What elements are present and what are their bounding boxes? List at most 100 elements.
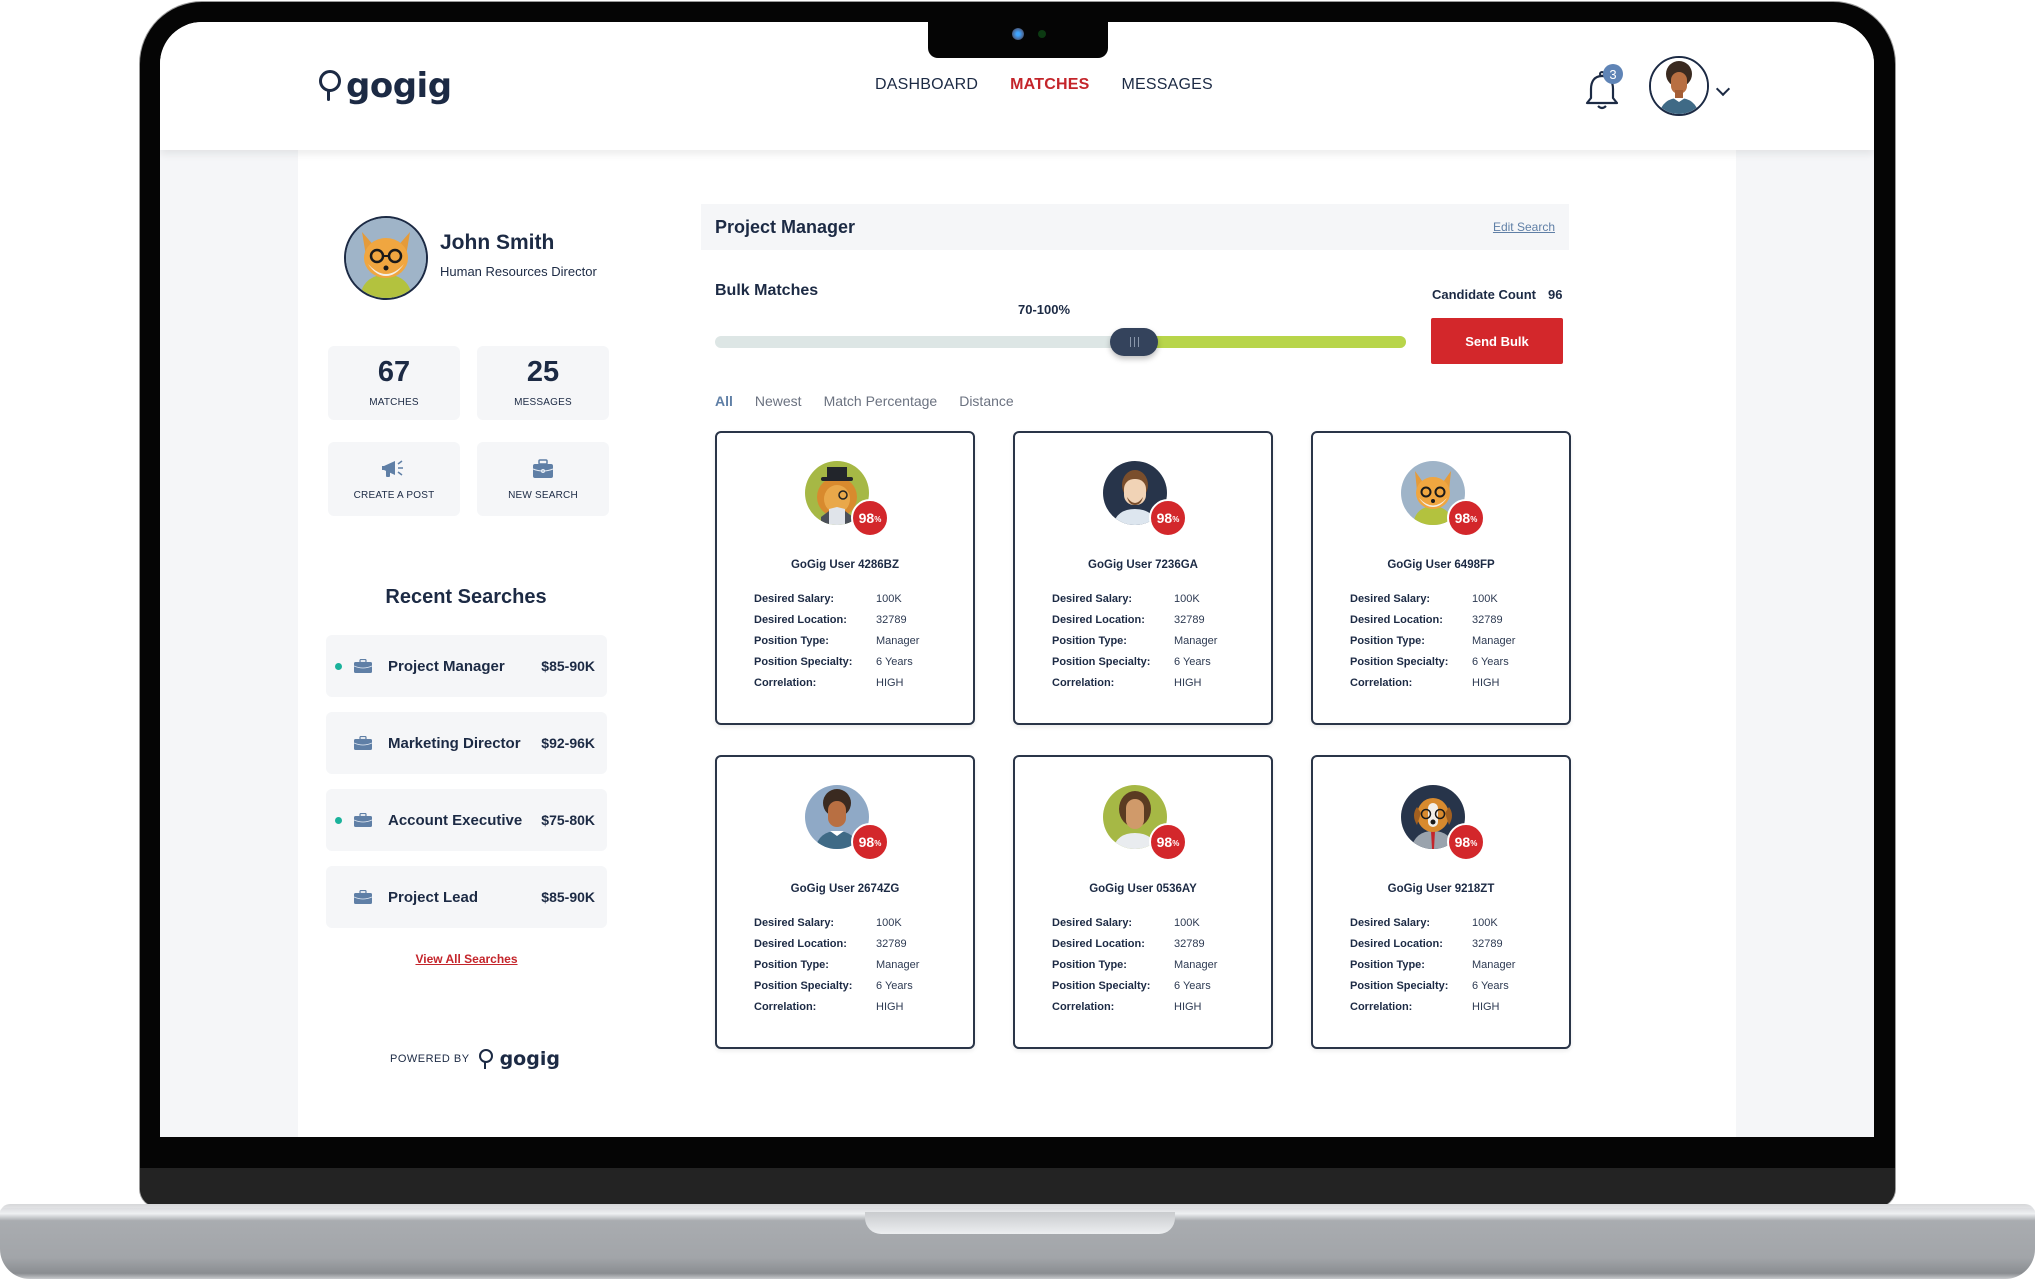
detail-label: Position Specialty: — [754, 979, 853, 992]
create-post-label: CREATE A POST — [353, 489, 435, 501]
match-percent-badge: 98% — [851, 499, 889, 537]
match-percent-value: 98 — [1454, 834, 1471, 850]
active-status-dot — [335, 662, 342, 670]
match-percent-badge: 98% — [1149, 823, 1187, 861]
match-range-label: 70-100% — [1018, 302, 1071, 317]
candidate-count: Candidate Count 96 — [1432, 287, 1562, 302]
candidate-card[interactable]: 98% GoGig User 2674ZG Desired Salary: 100… — [715, 755, 975, 1049]
detail-row-location: Desired Location: 32789 — [754, 609, 919, 630]
recent-search-salary: $92-96K — [541, 735, 595, 751]
profile-avatar — [344, 216, 428, 300]
detail-value: 32789 — [1174, 937, 1205, 950]
detail-value: 100K — [1472, 592, 1498, 605]
detail-label: Desired Location: — [754, 613, 847, 626]
detail-label: Correlation: — [1052, 676, 1115, 689]
tab-newest[interactable]: Newest — [755, 393, 802, 409]
new-search-button[interactable]: NEW SEARCH — [477, 442, 609, 516]
detail-label: Desired Location: — [754, 937, 847, 950]
detail-value: 6 Years — [1174, 655, 1211, 668]
candidate-card[interactable]: 98% GoGig User 4286BZ Desired Salary: 100… — [715, 431, 975, 725]
candidate-details: Desired Salary: 100K Desired Location: 327… — [754, 588, 919, 693]
detail-value: 6 Years — [1472, 979, 1509, 992]
detail-row-correlation: Correlation: HIGH — [1350, 996, 1515, 1017]
brand-logo[interactable]: gogig — [318, 66, 452, 106]
candidate-card[interactable]: 98% GoGig User 6498FP Desired Salary: 100… — [1311, 431, 1571, 725]
recent-search-item[interactable]: Project Manager $85-90K — [326, 635, 607, 697]
detail-row-salary: Desired Salary: 100K — [1052, 588, 1217, 609]
percent-sign: % — [1470, 839, 1478, 848]
detail-label: Desired Salary: — [754, 916, 835, 929]
match-range-slider[interactable] — [715, 328, 1406, 356]
tab-distance[interactable]: Distance — [959, 393, 1013, 409]
detail-value: 32789 — [876, 937, 907, 950]
recent-search-item[interactable]: Account Executive $75-80K — [326, 789, 607, 851]
match-percent-value: 98 — [1156, 834, 1173, 850]
detail-row-type: Position Type: Manager — [1052, 630, 1217, 651]
percent-sign: % — [1172, 515, 1180, 524]
match-percent-badge: 98% — [1447, 499, 1485, 537]
detail-value: HIGH — [1174, 676, 1202, 689]
detail-value: 6 Years — [1174, 979, 1211, 992]
detail-value: 100K — [876, 592, 902, 605]
recent-search-salary: $85-90K — [541, 889, 595, 905]
candidate-card[interactable]: 98% GoGig User 7236GA Desired Salary: 100… — [1013, 431, 1273, 725]
detail-row-specialty: Position Specialty: 6 Years — [754, 651, 919, 672]
briefcase-icon — [532, 458, 554, 478]
detail-label: Desired Salary: — [1350, 592, 1431, 605]
recent-search-title: Project Manager — [388, 657, 505, 675]
match-percent-value: 98 — [1156, 510, 1173, 526]
brand-name: gogig — [346, 66, 452, 106]
detail-label: Position Type: — [754, 958, 829, 971]
recent-search-item[interactable]: Project Lead $85-90K — [326, 866, 607, 928]
inactive-status-dot — [335, 894, 342, 901]
matches-stat-tile[interactable]: 67 MATCHES — [328, 346, 460, 420]
detail-value: 100K — [1174, 916, 1200, 929]
detail-value: Manager — [1174, 958, 1218, 971]
detail-value: 32789 — [1174, 613, 1205, 626]
search-header: Project Manager Edit Search — [701, 204, 1569, 250]
detail-label: Desired Location: — [1350, 937, 1443, 950]
detail-row-specialty: Position Specialty: 6 Years — [754, 975, 919, 996]
candidate-details: Desired Salary: 100K Desired Location: 327… — [1052, 912, 1217, 1017]
nav-messages[interactable]: MESSAGES — [1121, 76, 1212, 94]
recent-search-salary: $75-80K — [541, 812, 595, 828]
detail-row-type: Position Type: Manager — [1052, 954, 1217, 975]
candidate-details: Desired Salary: 100K Desired Location: 327… — [1052, 588, 1217, 693]
messages-stat-tile[interactable]: 25 MESSAGES — [477, 346, 609, 420]
candidate-card[interactable]: 98% GoGig User 9218ZT Desired Salary: 100… — [1311, 755, 1571, 1049]
tab-match-percentage[interactable]: Match Percentage — [824, 393, 938, 409]
recent-search-item[interactable]: Marketing Director $92-96K — [326, 712, 607, 774]
detail-label: Position Type: — [1350, 634, 1425, 647]
candidate-card[interactable]: 98% GoGig User 0536AY Desired Salary: 100… — [1013, 755, 1273, 1049]
slider-handle[interactable] — [1110, 328, 1158, 356]
detail-row-specialty: Position Specialty: 6 Years — [1052, 975, 1217, 996]
briefcase-icon — [354, 890, 372, 904]
app-screen: gogig DASHBOARD MATCHES MESSAGES 3 John … — [160, 22, 1874, 1137]
nav-matches[interactable]: MATCHES — [1010, 76, 1089, 94]
detail-row-salary: Desired Salary: 100K — [754, 588, 919, 609]
tab-all[interactable]: All — [715, 393, 733, 409]
sort-tabs: All Newest Match Percentage Distance — [715, 393, 1014, 409]
search-title: Project Manager — [715, 216, 856, 237]
edit-search-link[interactable]: Edit Search — [1493, 220, 1555, 234]
chevron-down-icon[interactable] — [1715, 81, 1731, 97]
slider-fill — [1130, 336, 1406, 348]
left-gutter — [160, 150, 298, 1137]
detail-label: Desired Salary: — [1052, 916, 1133, 929]
view-all-searches-link[interactable]: View All Searches — [326, 952, 607, 966]
detail-row-location: Desired Location: 32789 — [1052, 609, 1217, 630]
detail-row-correlation: Correlation: HIGH — [1350, 672, 1515, 693]
match-percent-value: 98 — [858, 834, 875, 850]
candidate-details: Desired Salary: 100K Desired Location: 327… — [1350, 912, 1515, 1017]
messages-label: MESSAGES — [514, 397, 572, 408]
create-post-button[interactable]: CREATE A POST — [328, 442, 460, 516]
detail-label: Desired Salary: — [754, 592, 835, 605]
user-avatar[interactable] — [1649, 56, 1709, 116]
laptop-bezel-bottom — [140, 1168, 1895, 1208]
send-bulk-button[interactable]: Send Bulk — [1431, 318, 1563, 364]
nav-dashboard[interactable]: DASHBOARD — [875, 76, 978, 94]
detail-row-specialty: Position Specialty: 6 Years — [1350, 651, 1515, 672]
match-percent-value: 98 — [858, 510, 875, 526]
candidate-name: GoGig User 4286BZ — [790, 559, 899, 571]
detail-label: Position Type: — [1052, 634, 1127, 647]
